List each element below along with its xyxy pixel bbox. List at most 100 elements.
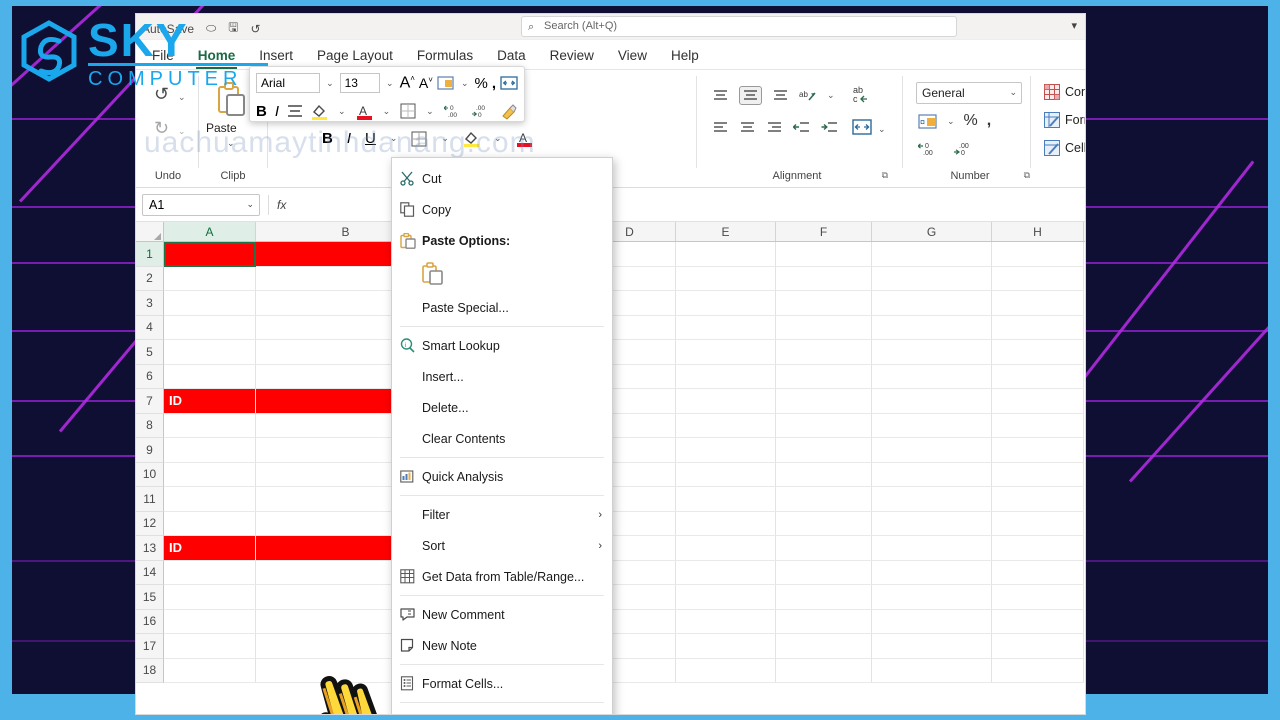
percent-style-icon[interactable]: % [474, 75, 487, 92]
name-box[interactable]: A1 ⌄ [142, 193, 260, 216]
align-left-icon[interactable] [712, 120, 729, 135]
cell-h7[interactable] [992, 389, 1084, 414]
redo-icon[interactable]: ↻ [154, 118, 169, 139]
orientation-icon[interactable]: ab [799, 88, 817, 104]
align-icon[interactable] [287, 104, 303, 118]
underline-dropdown-icon[interactable]: ⌄ [390, 133, 398, 144]
paste-dropdown-icon[interactable]: ⌄ [227, 138, 235, 149]
fill-color-dropdown-icon[interactable]: ⌄ [336, 106, 348, 117]
column-header-a[interactable]: A [164, 222, 256, 241]
menu-item-quick-analysis[interactable]: Quick Analysis [392, 461, 612, 492]
cell-h9[interactable] [992, 438, 1084, 463]
cell-f5[interactable] [776, 340, 872, 365]
comma-style-icon[interactable]: , [987, 112, 991, 130]
row-header[interactable]: 15 [136, 585, 164, 610]
cell-e16[interactable] [676, 609, 776, 634]
cell-h2[interactable] [992, 266, 1084, 291]
menu-item-paste-special[interactable]: Paste Special... [392, 292, 612, 323]
align-top-icon[interactable] [712, 88, 729, 103]
wrap-text-icon[interactable]: ab c [852, 84, 874, 104]
align-center-icon[interactable] [739, 120, 756, 135]
cell-a4[interactable] [164, 315, 256, 340]
row-header[interactable]: 10 [136, 462, 164, 487]
cell-f4[interactable] [776, 315, 872, 340]
column-header-g[interactable]: G [872, 222, 992, 241]
cell-g5[interactable] [872, 340, 992, 365]
cell-a10[interactable] [164, 462, 256, 487]
paste-option-keep-source-formatting[interactable] [392, 256, 612, 292]
menu-item-insert[interactable]: Insert... [392, 361, 612, 392]
menu-item-paste-options[interactable]: Paste Options: [392, 225, 612, 256]
cell-e13[interactable] [676, 536, 776, 561]
borders-dropdown-icon[interactable]: ⌄ [424, 106, 436, 117]
font-name-select[interactable]: Arial [256, 73, 321, 93]
conditional-formatting-button[interactable]: Conditional Formatting ⌄ [1044, 84, 1085, 100]
cell-f2[interactable] [776, 266, 872, 291]
row-header[interactable]: 17 [136, 634, 164, 659]
format-painter-icon[interactable] [500, 103, 518, 120]
cell-e7[interactable] [676, 389, 776, 414]
font-name-dropdown-icon[interactable]: ⌄ [324, 78, 336, 89]
menu-item-pick-from-drop-down-list[interactable]: Pick From Drop-down List... [392, 706, 612, 714]
cell-h14[interactable] [992, 560, 1084, 585]
cell-h5[interactable] [992, 340, 1084, 365]
align-right-icon[interactable] [766, 120, 783, 135]
align-bottom-icon[interactable] [772, 88, 789, 103]
cell-h16[interactable] [992, 609, 1084, 634]
cell-e5[interactable] [676, 340, 776, 365]
orientation-dropdown-icon[interactable]: ⌄ [827, 90, 835, 101]
bold-button[interactable]: B [256, 103, 267, 120]
row-header[interactable]: 9 [136, 438, 164, 463]
menu-item-delete[interactable]: Delete... [392, 392, 612, 423]
cell-f14[interactable] [776, 560, 872, 585]
redo-dropdown-icon[interactable]: ⌄ [178, 126, 186, 137]
merge-center-icon[interactable] [500, 75, 518, 91]
cell-e18[interactable] [676, 658, 776, 683]
menu-item-smart-lookup[interactable]: i Smart Lookup [392, 330, 612, 361]
select-all-corner[interactable] [136, 222, 164, 241]
decrease-indent-icon[interactable] [793, 120, 811, 135]
number-format-select[interactable]: General ⌄ [916, 82, 1022, 104]
cell-e15[interactable] [676, 585, 776, 610]
accounting-format-icon[interactable]: ¤ [918, 113, 938, 130]
paste-icon[interactable] [216, 82, 246, 116]
cell-a11[interactable] [164, 487, 256, 512]
cell-context-menu[interactable]: Cut Copy Paste Options: Paste Special... i Sm… [391, 157, 613, 714]
fill-color-icon[interactable] [311, 103, 328, 120]
cell-a5[interactable] [164, 340, 256, 365]
chevron-down-icon[interactable]: ⌄ [246, 199, 254, 210]
accounting-format-icon[interactable] [437, 75, 455, 91]
undo-icon[interactable]: ↺ [154, 84, 169, 105]
increase-indent-icon[interactable] [821, 120, 839, 135]
cell-g11[interactable] [872, 487, 992, 512]
cell-g2[interactable] [872, 266, 992, 291]
cell-e11[interactable] [676, 487, 776, 512]
cell-a8[interactable] [164, 413, 256, 438]
column-header-f[interactable]: F [776, 222, 872, 241]
cell-f9[interactable] [776, 438, 872, 463]
cell-g17[interactable] [872, 634, 992, 659]
row-header[interactable]: 5 [136, 340, 164, 365]
cell-g9[interactable] [872, 438, 992, 463]
row-header[interactable]: 18 [136, 658, 164, 683]
borders-icon[interactable] [400, 103, 416, 119]
cell-f18[interactable] [776, 658, 872, 683]
bold-button[interactable]: B [322, 130, 333, 147]
cell-g15[interactable] [872, 585, 992, 610]
cell-styles-button[interactable]: Cell Styles ⌄ [1044, 140, 1085, 156]
cell-e2[interactable] [676, 266, 776, 291]
autosave-toggle[interactable]: ⬭ [206, 21, 216, 36]
borders-icon[interactable] [411, 131, 427, 147]
row-header[interactable]: 11 [136, 487, 164, 512]
cell-h13[interactable] [992, 536, 1084, 561]
cell-h1[interactable] [992, 242, 1084, 267]
menu-item-cut[interactable]: Cut [392, 163, 612, 194]
mini-format-toolbar[interactable]: Arial ⌄ 13 ⌄ A˄ A˅ ⌄ % , B I ⌄ A ⌄ ⌄ 0 .… [249, 66, 525, 122]
row-header[interactable]: 4 [136, 315, 164, 340]
chevron-down-icon[interactable]: ⌄ [1009, 87, 1017, 98]
cell-h4[interactable] [992, 315, 1084, 340]
menu-item-copy[interactable]: Copy [392, 194, 612, 225]
fill-color-dropdown-icon[interactable]: ⌄ [494, 133, 502, 144]
cell-g16[interactable] [872, 609, 992, 634]
cell-a7[interactable]: ID [164, 389, 256, 414]
